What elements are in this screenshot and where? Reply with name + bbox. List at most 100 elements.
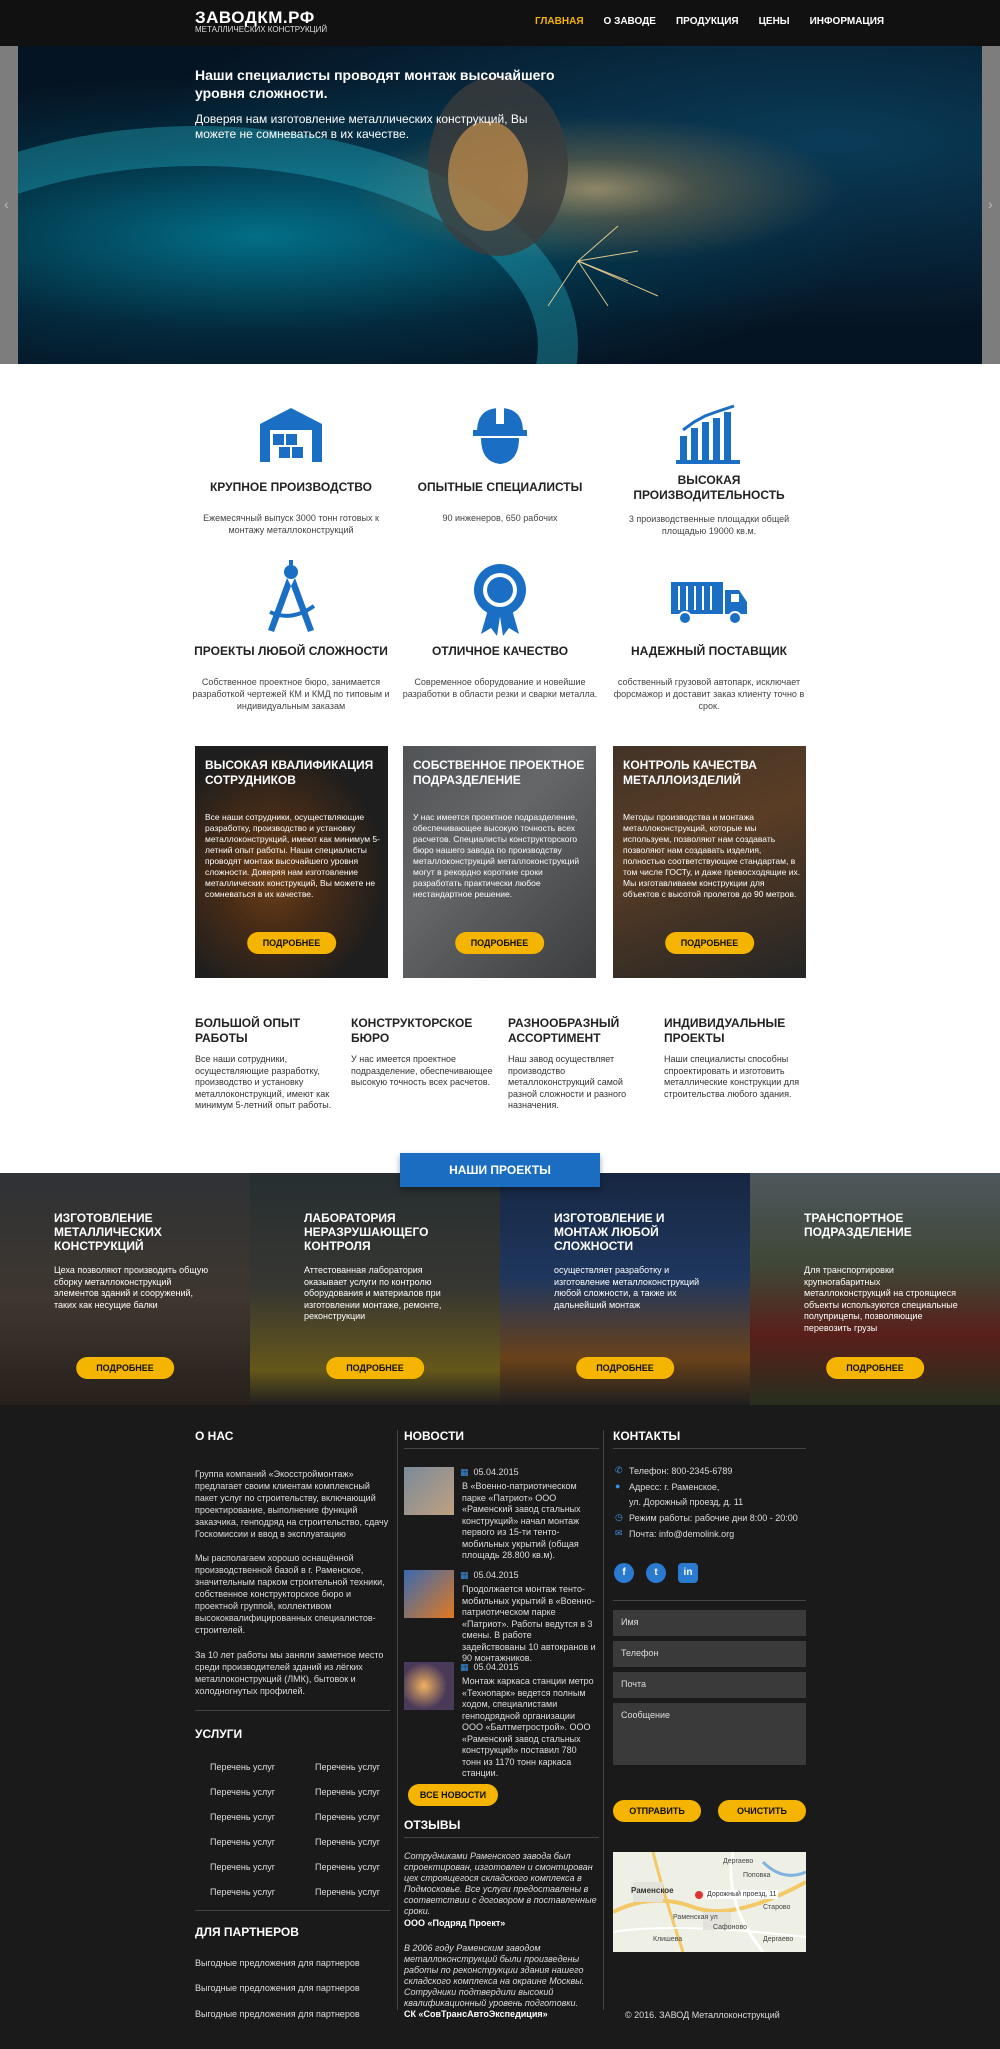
location-map[interactable]: Дергаево Поповка Раменское Дорожный прое…: [613, 1852, 806, 1952]
service-link[interactable]: Перечень услуг: [315, 1837, 380, 1847]
facebook-icon[interactable]: f: [614, 1563, 634, 1583]
all-news-button[interactable]: ВСЕ НОВОСТИ: [408, 1784, 498, 1806]
service-link[interactable]: Перечень услуг: [210, 1837, 275, 1847]
feature-title: ОТЛИЧНОЕ КАЧЕСТВО: [431, 644, 569, 658]
logo-subtitle: МЕТАЛЛИЧЕСКИХ КОНСТРУКЦИЙ: [195, 25, 328, 34]
map-label: Дергаево: [723, 1858, 754, 1865]
contact-address: Адресс: г. Раменское,: [629, 1482, 720, 1492]
advantage-title: РАЗНООБРАЗНЫЙ АССОРТИМЕНТ: [508, 1016, 620, 1045]
partner-link[interactable]: Выгодные предложения для партнеров: [195, 2009, 360, 2019]
partner-link[interactable]: Выгодные предложения для партнеров: [195, 1983, 360, 1993]
project-panel: ИЗГОТОВЛЕНИЕ И МОНТАЖ ЛЮБОЙ СЛОЖНОСТИ ос…: [500, 1173, 750, 1405]
about-title: О НАС: [195, 1429, 234, 1443]
nav-item-products[interactable]: ПРОДУКЦИЯ: [676, 16, 739, 27]
news-thumbnail[interactable]: [404, 1570, 454, 1618]
panel-text: Аттестованная лаборатория оказывает услу…: [304, 1265, 442, 1321]
feature-title: ОПЫТНЫЕ СПЕЦИАЛИСТЫ: [417, 480, 583, 494]
more-button[interactable]: ПОДРОБНЕЕ: [576, 1357, 674, 1379]
more-button[interactable]: ПОДРОБНЕЕ: [454, 932, 545, 954]
advantage-title: КОНСТРУКТОРСКОЕ БЮРО: [351, 1016, 473, 1045]
nav-item-home[interactable]: ГЛАВНАЯ: [535, 16, 584, 27]
contact-phone[interactable]: Телефон: 800-2345-6789: [629, 1466, 732, 1476]
about-text: Мы располагаем хорошо оснащённой произво…: [195, 1553, 385, 1635]
main-nav: ГЛАВНАЯ О ЗАВОДЕ ПРОДУКЦИЯ ЦЕНЫ ИНФОРМАЦ…: [535, 16, 904, 27]
hero-title: Наши специалисты проводят монтаж высочай…: [195, 67, 555, 101]
more-button[interactable]: ПОДРОБНЕЕ: [326, 1357, 424, 1379]
review-text: Сотрудниками Раменского завода был спрое…: [404, 1851, 597, 1916]
advantage-item: КОНСТРУКТОРСКОЕ БЮРО У нас имеется проек…: [351, 1016, 496, 1089]
nav-item-info[interactable]: ИНФОРМАЦИЯ: [810, 16, 885, 27]
feature-supplier: НАДЕЖНЫЙ ПОСТАВЩИК собственный грузовой …: [609, 560, 809, 712]
more-button[interactable]: ПОДРОБНЕЕ: [246, 932, 337, 954]
contact-email[interactable]: Почта: info@demolink.org: [629, 1529, 734, 1539]
name-field[interactable]: Имя: [613, 1610, 806, 1636]
project-panel: ЛАБОРАТОРИЯ НЕРАЗРУШАЮЩЕГО КОНТРОЛЯ Атте…: [250, 1173, 500, 1405]
calendar-icon: ▦: [460, 1467, 469, 1477]
project-panel: ТРАНСПОРТНОЕ ПОДРАЗДЕЛЕНИЕ Для транспорт…: [750, 1173, 1000, 1405]
calendar-icon: ▦: [460, 1662, 469, 1672]
card-title: СОБСТВЕННОЕ ПРОЕКТНОЕ ПОДРАЗДЕЛЕНИЕ: [413, 758, 585, 787]
service-link[interactable]: Перечень услуг: [210, 1887, 275, 1897]
hero-next-arrow[interactable]: ›: [988, 196, 993, 212]
more-button[interactable]: ПОДРОБНЕЕ: [826, 1357, 924, 1379]
panel-title: ТРАНСПОРТНОЕ ПОДРАЗДЕЛЕНИЕ: [804, 1211, 912, 1239]
feature-title: КРУПНОЕ ПРОИЗВОДСТВО: [209, 480, 373, 494]
partner-link[interactable]: Выгодные предложения для партнеров: [195, 1958, 360, 1968]
card-text: Методы производства и монтажа металлокон…: [623, 812, 801, 899]
instagram-icon[interactable]: in: [678, 1563, 698, 1583]
twitter-icon[interactable]: t: [646, 1563, 666, 1583]
quality-badge-icon: [465, 560, 535, 636]
phone-field[interactable]: Телефон: [613, 1641, 806, 1667]
panel-text: осуществляет разработку и изготовление м…: [554, 1265, 700, 1310]
map-label: Дорожный проезд, 11: [705, 1890, 779, 1899]
feature-title: ВЫСОКАЯ ПРОИЗВОДИТЕЛЬНОСТЬ: [633, 473, 785, 502]
news-text: Продолжается монтаж тенто-мобильных укры…: [462, 1584, 596, 1663]
advantage-text: Наш завод осуществляет производство мета…: [508, 1054, 627, 1110]
more-button[interactable]: ПОДРОБНЕЕ: [664, 932, 755, 954]
hero-prev-arrow[interactable]: ‹: [4, 196, 9, 212]
card-title: КОНТРОЛЬ КАЧЕСТВА МЕТАЛЛОИЗДЕЛИЙ: [623, 758, 757, 787]
feature-quality: ОТЛИЧНОЕ КАЧЕСТВО Современное оборудован…: [400, 560, 600, 700]
more-button[interactable]: ПОДРОБНЕЕ: [76, 1357, 174, 1379]
map-label: Старово: [763, 1904, 791, 1911]
news-thumbnail[interactable]: [404, 1467, 454, 1515]
feature-specialists: ОПЫТНЫЕ СПЕЦИАЛИСТЫ 90 инженеров, 650 ра…: [400, 402, 600, 524]
contacts-title: КОНТАКТЫ: [613, 1429, 681, 1443]
info-card: КОНТРОЛЬ КАЧЕСТВА МЕТАЛЛОИЗДЕЛИЙ Методы …: [613, 746, 806, 978]
service-link[interactable]: Перечень услуг: [210, 1862, 275, 1872]
service-link[interactable]: Перечень услуг: [315, 1812, 380, 1822]
nav-item-about[interactable]: О ЗАВОДЕ: [604, 16, 656, 27]
feature-text: Современное оборудование и новейшие разр…: [402, 677, 598, 699]
clear-button[interactable]: ОЧИСТИТЬ: [718, 1800, 806, 1822]
service-link[interactable]: Перечень услуг: [315, 1762, 380, 1772]
news-date: ▦ 05.04.2015: [460, 1570, 519, 1580]
compass-icon: [256, 560, 326, 636]
location-pin-icon: ●: [615, 1481, 621, 1491]
our-projects-button[interactable]: НАШИ ПРОЕКТЫ: [400, 1153, 600, 1187]
service-link[interactable]: Перечень услуг: [210, 1812, 275, 1822]
calendar-icon: ▦: [460, 1570, 469, 1580]
feature-text: Ежемесячный выпуск 3000 тонн готовых к м…: [203, 513, 379, 535]
advantage-item: РАЗНООБРАЗНЫЙ АССОРТИМЕНТ Наш завод осущ…: [508, 1016, 653, 1112]
advantage-title: ИНДИВИДУАЛЬНЫЕ ПРОЕКТЫ: [664, 1016, 786, 1045]
advantage-item: БОЛЬШОЙ ОПЫТ РАБОТЫ Все наши сотрудники,…: [195, 1016, 340, 1112]
card-title: ВЫСОКАЯ КВАЛИФИКАЦИЯ СОТРУДНИКОВ: [205, 758, 374, 787]
nav-item-prices[interactable]: ЦЕНЫ: [759, 16, 790, 27]
service-link[interactable]: Перечень услуг: [210, 1762, 275, 1772]
feature-text: 90 инженеров, 650 рабочих: [442, 513, 558, 523]
review-text: В 2006 году Раменским заводом металлокон…: [404, 1943, 585, 2008]
info-card: ВЫСОКАЯ КВАЛИФИКАЦИЯ СОТРУДНИКОВ Все наш…: [195, 746, 388, 978]
advantage-text: У нас имеется проектное подразделение, о…: [351, 1054, 493, 1087]
news-thumbnail[interactable]: [404, 1662, 454, 1710]
service-link[interactable]: Перечень услуг: [210, 1787, 275, 1797]
review-author: ООО «Подряд Проект»: [404, 1918, 506, 1928]
warehouse-icon: [256, 402, 326, 466]
service-link[interactable]: Перечень услуг: [315, 1862, 380, 1872]
feature-title: НАДЕЖНЫЙ ПОСТАВЩИК: [631, 644, 787, 658]
project-panel: ИЗГОТОВЛЕНИЕ МЕТАЛЛИЧЕСКИХ КОНСТРУКЦИЙ Ц…: [0, 1173, 250, 1405]
message-field[interactable]: Сообщение: [613, 1703, 806, 1765]
service-link[interactable]: Перечень услуг: [315, 1787, 380, 1797]
send-button[interactable]: ОТПРАВИТЬ: [613, 1800, 701, 1822]
email-field[interactable]: Почта: [613, 1672, 806, 1698]
service-link[interactable]: Перечень услуг: [315, 1887, 380, 1897]
